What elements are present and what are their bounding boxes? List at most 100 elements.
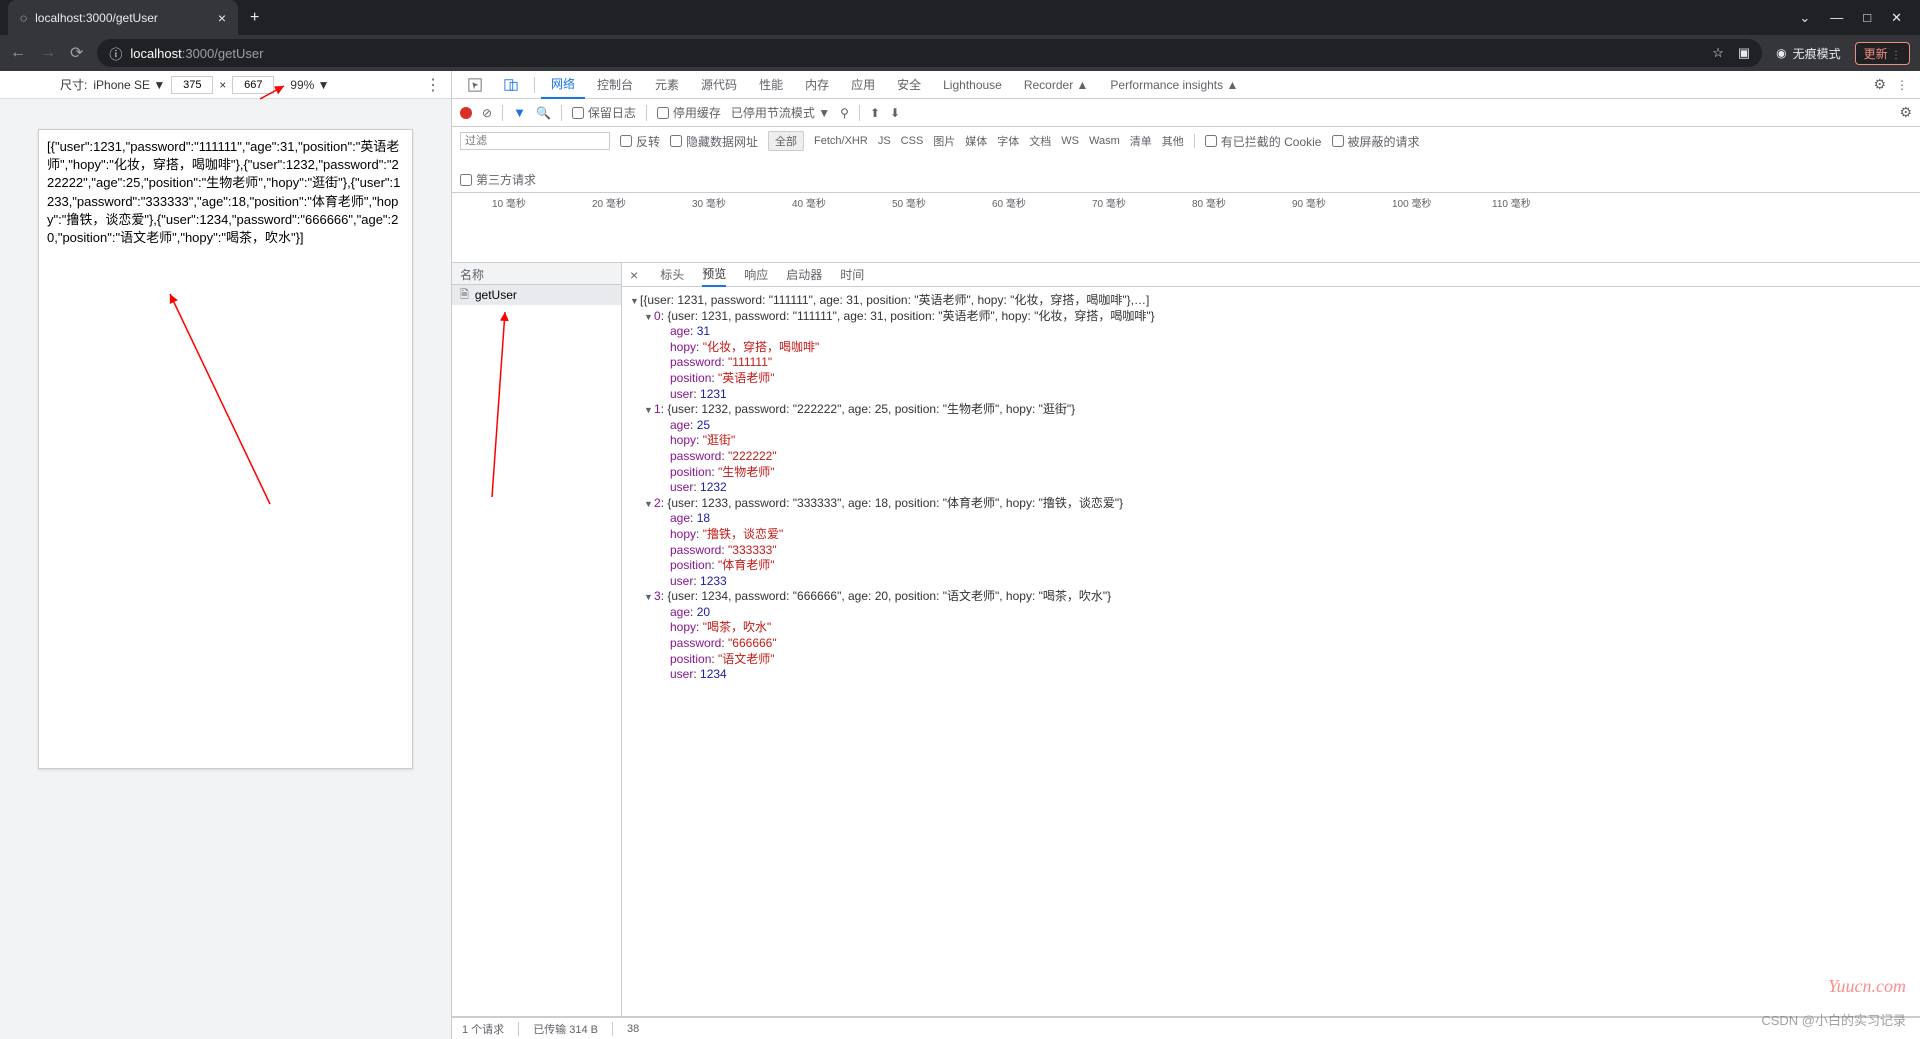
kebab-icon[interactable]: ⋮ [425, 75, 451, 95]
height-input[interactable] [232, 76, 274, 94]
browser-tab[interactable]: ◌ localhost:3000/getUser × [8, 0, 238, 35]
request-list: 名称 🗎 getUser [452, 263, 622, 1016]
devtools-tab[interactable]: Recorder ▲ [1014, 71, 1099, 99]
devtools-tabs: 网络控制台元素源代码性能内存应用安全LighthouseRecorder ▲Pe… [452, 71, 1920, 99]
file-icon: 🗎 [460, 286, 469, 305]
tab-initiator[interactable]: 启动器 [786, 266, 822, 283]
filter-icon[interactable]: ▼ [513, 105, 526, 120]
watermark: Yuucn.com [1828, 976, 1906, 997]
preserve-log-checkbox[interactable]: 保留日志 [572, 104, 636, 121]
clear-icon[interactable]: ⊘ [482, 106, 492, 120]
response-preview[interactable]: ▼[{user: 1231, password: "111111", age: … [622, 287, 1920, 1016]
hide-data-urls-checkbox[interactable]: 隐藏数据网址 [670, 133, 758, 150]
filter-type[interactable]: 文档 [1029, 133, 1051, 149]
back-icon[interactable]: ← [10, 44, 26, 62]
search-icon[interactable]: 🔍 [536, 106, 551, 120]
new-tab-button[interactable]: + [238, 9, 271, 27]
devtools-tab[interactable]: 网络 [541, 71, 585, 99]
page-content: [{"user":1231,"password":"111111","age":… [38, 129, 413, 769]
tab-preview[interactable]: 预览 [702, 263, 726, 287]
globe-icon: ◌ [20, 11, 27, 25]
tab-response[interactable]: 响应 [744, 266, 768, 283]
close-icon[interactable]: × [218, 10, 226, 26]
download-icon[interactable]: ⬇ [890, 106, 900, 120]
filter-type[interactable]: 字体 [997, 133, 1019, 149]
devtools-tab[interactable]: 应用 [841, 71, 885, 99]
blocked-requests-checkbox[interactable]: 被屏蔽的请求 [1332, 133, 1420, 150]
incognito-badge[interactable]: ◉ 无痕模式 [1776, 45, 1841, 62]
disable-cache-checkbox[interactable]: 停用缓存 [657, 104, 721, 121]
gear-icon[interactable]: ⚙ [1899, 104, 1912, 121]
invert-checkbox[interactable]: 反转 [620, 133, 660, 150]
request-item[interactable]: 🗎 getUser [452, 285, 621, 305]
url-path: :3000/getUser [182, 46, 264, 61]
filter-type[interactable]: CSS [901, 135, 924, 147]
extension-icon[interactable]: ▣ [1738, 45, 1750, 61]
third-party-checkbox[interactable]: 第三方请求 [460, 171, 536, 188]
blocked-cookies-checkbox[interactable]: 有已拦截的 Cookie [1205, 133, 1322, 150]
window-close-icon[interactable]: ✕ [1891, 10, 1902, 26]
device-pane: 尺寸: iPhone SE ▼ × 99% ▼ ⋮ [{"user":1231,… [0, 71, 452, 1039]
gear-icon[interactable]: ⚙ [1873, 76, 1886, 93]
annotation-arrow-icon [487, 307, 527, 507]
filter-type[interactable]: Wasm [1089, 135, 1120, 147]
wifi-icon[interactable]: ⚲ [840, 106, 849, 120]
window-titlebar: ◌ localhost:3000/getUser × + ⌄ ― □ ✕ [0, 0, 1920, 35]
inspect-icon[interactable] [458, 71, 492, 99]
tab-title: localhost:3000/getUser [35, 11, 158, 25]
devtools-panel: 网络控制台元素源代码性能内存应用安全LighthouseRecorder ▲Pe… [452, 71, 1920, 1039]
tab-timing[interactable]: 时间 [840, 266, 864, 283]
devtools-tab[interactable]: 元素 [645, 71, 689, 99]
csdn-attribution: CSDN @小白的实习记录 [1761, 1010, 1906, 1029]
filter-type[interactable]: 媒体 [965, 133, 987, 149]
maximize-icon[interactable]: □ [1863, 10, 1871, 26]
kebab-icon[interactable]: ⋮ [1896, 78, 1908, 92]
record-icon[interactable] [460, 107, 472, 119]
devtools-tab[interactable]: Performance insights ▲ [1100, 71, 1248, 99]
filter-type[interactable]: WS [1061, 135, 1079, 147]
address-bar[interactable]: ⓘ localhost:3000/getUser ☆ ▣ [97, 39, 1762, 67]
devtools-tab[interactable]: 安全 [887, 71, 931, 99]
request-detail: × 标头 预览 响应 启动器 时间 ▼[{user: 1231, passwor… [622, 263, 1920, 1016]
devtools-tab[interactable]: Lighthouse [933, 71, 1012, 99]
size-label: 尺寸: [60, 76, 87, 93]
detail-tabs: × 标头 预览 响应 启动器 时间 [622, 263, 1920, 287]
width-input[interactable] [171, 76, 213, 94]
filter-type[interactable]: 清单 [1130, 133, 1152, 149]
close-icon[interactable]: × [630, 267, 642, 283]
filter-type[interactable]: 图片 [933, 133, 955, 149]
info-icon[interactable]: ⓘ [109, 44, 122, 63]
network-filters: 反转 隐藏数据网址 全部 Fetch/XHR JS CSS 图片 媒体 字体 文… [452, 127, 1920, 193]
update-button[interactable]: 更新 ⋮ [1855, 42, 1910, 65]
status-requests: 1 个请求 [462, 1021, 504, 1037]
incognito-icon: ◉ [1776, 46, 1786, 60]
device-select[interactable]: iPhone SE ▼ [93, 78, 165, 92]
filter-all[interactable]: 全部 [768, 131, 804, 151]
devtools-tab[interactable]: 源代码 [691, 71, 747, 99]
throttle-select[interactable]: 已停用节流模式 ▼ [731, 104, 830, 121]
star-icon[interactable]: ☆ [1712, 45, 1724, 61]
status-resources: 38 [627, 1023, 639, 1035]
reload-icon[interactable]: ⟳ [70, 43, 83, 63]
upload-icon[interactable]: ⬆ [870, 106, 880, 120]
tab-headers[interactable]: 标头 [660, 266, 684, 283]
device-toggle-icon[interactable] [494, 71, 528, 99]
filter-input[interactable] [460, 132, 610, 150]
devtools-tab[interactable]: 性能 [749, 71, 793, 99]
network-timeline[interactable]: 10 毫秒20 毫秒30 毫秒40 毫秒50 毫秒60 毫秒70 毫秒80 毫秒… [452, 193, 1920, 263]
browser-navbar: ← → ⟳ ⓘ localhost:3000/getUser ☆ ▣ ◉ 无痕模… [0, 35, 1920, 71]
filter-type[interactable]: 其他 [1162, 133, 1184, 149]
zoom-select[interactable]: 99% ▼ [290, 78, 329, 92]
filter-type[interactable]: JS [878, 135, 891, 147]
request-list-header: 名称 [452, 263, 621, 285]
network-statusbar: 1 个请求 已传输 314 B 38 [452, 1017, 1920, 1039]
devtools-tab[interactable]: 控制台 [587, 71, 643, 99]
devtools-tab[interactable]: 内存 [795, 71, 839, 99]
filter-type[interactable]: Fetch/XHR [814, 135, 868, 147]
url-host: localhost [130, 46, 181, 61]
minimize-icon[interactable]: ― [1830, 10, 1843, 26]
device-toolbar: 尺寸: iPhone SE ▼ × 99% ▼ ⋮ [0, 71, 451, 99]
status-transferred: 已传输 314 B [533, 1021, 598, 1037]
forward-icon[interactable]: → [40, 44, 56, 62]
chevron-down-icon[interactable]: ⌄ [1799, 10, 1810, 26]
